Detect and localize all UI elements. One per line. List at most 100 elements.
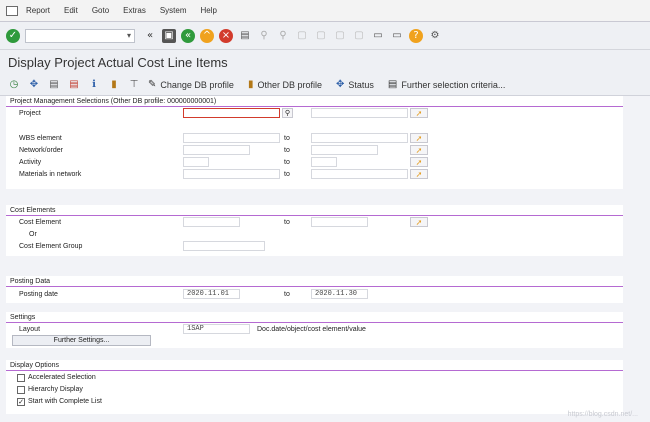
menu-icon[interactable]: [6, 6, 18, 16]
settings-icon[interactable]: ⚙: [428, 29, 442, 43]
network-from-input[interactable]: [183, 145, 250, 155]
system-toolbar: ✓ ▾ « ▣ « ^ × ▤ ⚲ ⚲ ▢ ▢ ▢ ▢ ▭ ▭ ? ⚙: [0, 22, 650, 50]
to-label: to: [284, 217, 290, 228]
menu-report[interactable]: Report: [26, 6, 50, 15]
cost-element-row: Cost Element to ➚: [6, 217, 623, 228]
cost-element-from-input[interactable]: [183, 217, 240, 227]
first-page-icon[interactable]: ▢: [295, 29, 309, 43]
enter-icon[interactable]: ✓: [6, 29, 20, 43]
save-icon[interactable]: ▣: [162, 29, 176, 43]
menu-edit[interactable]: Edit: [64, 6, 78, 15]
group-title: Project Management Selections (Other DB …: [6, 96, 623, 107]
back-icon[interactable]: «: [181, 29, 195, 43]
new-session-icon[interactable]: ▭: [371, 29, 385, 43]
posting-date-from-input[interactable]: 2020.11.01: [183, 289, 240, 299]
cost-element-label: Cost Element: [19, 217, 61, 228]
complete-list-checkbox[interactable]: ✓: [17, 398, 25, 406]
status-label: Status: [348, 80, 374, 90]
or-row: Or: [6, 229, 623, 240]
prev-page-icon[interactable]: ▢: [314, 29, 328, 43]
layout-description: Doc.date/object/cost element/value: [257, 324, 366, 335]
posting-date-to-input[interactable]: 2020.11.30: [311, 289, 368, 299]
to-label: to: [284, 145, 290, 156]
to-label: to: [284, 289, 290, 300]
multiple-selection-icon[interactable]: ➚: [410, 157, 428, 167]
project-from-input[interactable]: [183, 108, 280, 118]
menu-help[interactable]: Help: [201, 6, 217, 15]
other-db-profile-label: Other DB profile: [257, 80, 322, 90]
project-management-group: Project Management Selections (Other DB …: [6, 96, 623, 189]
selection-screen: Project Management Selections (Other DB …: [0, 96, 650, 422]
wbs-label: WBS element: [19, 133, 62, 144]
collapse-icon[interactable]: «: [143, 29, 157, 43]
command-field[interactable]: ▾: [25, 29, 135, 43]
chevron-down-icon[interactable]: ▾: [127, 31, 131, 40]
materials-from-input[interactable]: [183, 169, 280, 179]
select-icon[interactable]: ✥: [28, 79, 40, 91]
hierarchy-display-label: Hierarchy Display: [28, 385, 83, 395]
multiple-selection-icon[interactable]: ➚: [410, 217, 428, 227]
change-db-profile-button[interactable]: ✎ Change DB profile: [148, 79, 234, 90]
group-title: Cost Elements: [6, 205, 623, 216]
wbs-to-input[interactable]: [311, 133, 408, 143]
exit-icon[interactable]: ^: [200, 29, 214, 43]
delete-list-icon[interactable]: ▤: [68, 79, 80, 91]
print-icon[interactable]: ▤: [238, 29, 252, 43]
wbs-row: WBS element to ➚: [6, 133, 623, 144]
layout-input[interactable]: 1SAP: [183, 324, 250, 334]
variant-icon[interactable]: ▮: [108, 79, 120, 91]
wbs-from-input[interactable]: [183, 133, 280, 143]
other-db-profile-button[interactable]: ▮ Other DB profile: [248, 79, 322, 90]
execute-icon[interactable]: ◷: [8, 79, 20, 91]
posting-date-row: Posting date 2020.11.01 to 2020.11.30: [6, 289, 623, 300]
shortcut-icon[interactable]: ▭: [390, 29, 404, 43]
cost-element-group-input[interactable]: [183, 241, 265, 251]
multiple-selection-icon[interactable]: ➚: [410, 145, 428, 155]
further-selection-button[interactable]: ▤ Further selection criteria...: [388, 79, 506, 90]
profile-icon: ▮: [248, 79, 254, 90]
status-icon: ✥: [336, 79, 344, 90]
application-toolbar: ◷ ✥ ▤ ▤ ℹ ▮ ⊤ ✎ Change DB profile ▮ Othe…: [0, 74, 650, 96]
multiple-selection-icon[interactable]: ➚: [410, 133, 428, 143]
cancel-icon[interactable]: ×: [219, 29, 233, 43]
document-icon: ▤: [388, 79, 397, 90]
info-icon[interactable]: ℹ: [88, 79, 100, 91]
menu-extras[interactable]: Extras: [123, 6, 146, 15]
further-selection-label: Further selection criteria...: [401, 80, 505, 90]
settings-group: Settings Layout 1SAP Doc.date/object/cos…: [6, 312, 623, 348]
next-page-icon[interactable]: ▢: [333, 29, 347, 43]
accelerated-selection-label: Accelerated Selection: [28, 373, 96, 383]
complete-list-label: Start with Complete List: [28, 397, 102, 407]
further-settings-button[interactable]: Further Settings...: [12, 335, 151, 346]
search-help-icon[interactable]: ⚲: [282, 108, 293, 118]
materials-to-input[interactable]: [311, 169, 408, 179]
network-row: Network/order to ➚: [6, 145, 623, 156]
list-icon[interactable]: ▤: [48, 79, 60, 91]
status-button[interactable]: ✥ Status: [336, 79, 374, 90]
posting-date-label: Posting date: [19, 289, 58, 300]
project-to-input[interactable]: [311, 108, 408, 118]
find-next-icon[interactable]: ⚲: [276, 29, 290, 43]
cost-element-to-input[interactable]: [311, 217, 368, 227]
multiple-selection-icon[interactable]: ➚: [410, 169, 428, 179]
materials-row: Materials in network to ➚: [6, 169, 623, 180]
hierarchy-display-checkbox[interactable]: [17, 386, 25, 394]
network-to-input[interactable]: [311, 145, 378, 155]
menu-system[interactable]: System: [160, 6, 187, 15]
accelerated-selection-checkbox[interactable]: [17, 374, 25, 382]
activity-to-input[interactable]: [311, 157, 337, 167]
activity-from-input[interactable]: [183, 157, 209, 167]
cost-element-group-row: Cost Element Group: [6, 241, 623, 252]
or-label: Or: [29, 229, 37, 240]
multiple-selection-icon[interactable]: ➚: [410, 108, 428, 118]
to-label: to: [284, 133, 290, 144]
group-title: Posting Data: [6, 276, 623, 287]
help-icon[interactable]: ?: [409, 29, 423, 43]
filter-icon[interactable]: ⊤: [128, 79, 140, 91]
activity-row: Activity to ➚: [6, 157, 623, 168]
group-title: Display Options: [6, 360, 623, 371]
find-icon[interactable]: ⚲: [257, 29, 271, 43]
last-page-icon[interactable]: ▢: [352, 29, 366, 43]
network-label: Network/order: [19, 145, 63, 156]
menu-goto[interactable]: Goto: [92, 6, 109, 15]
